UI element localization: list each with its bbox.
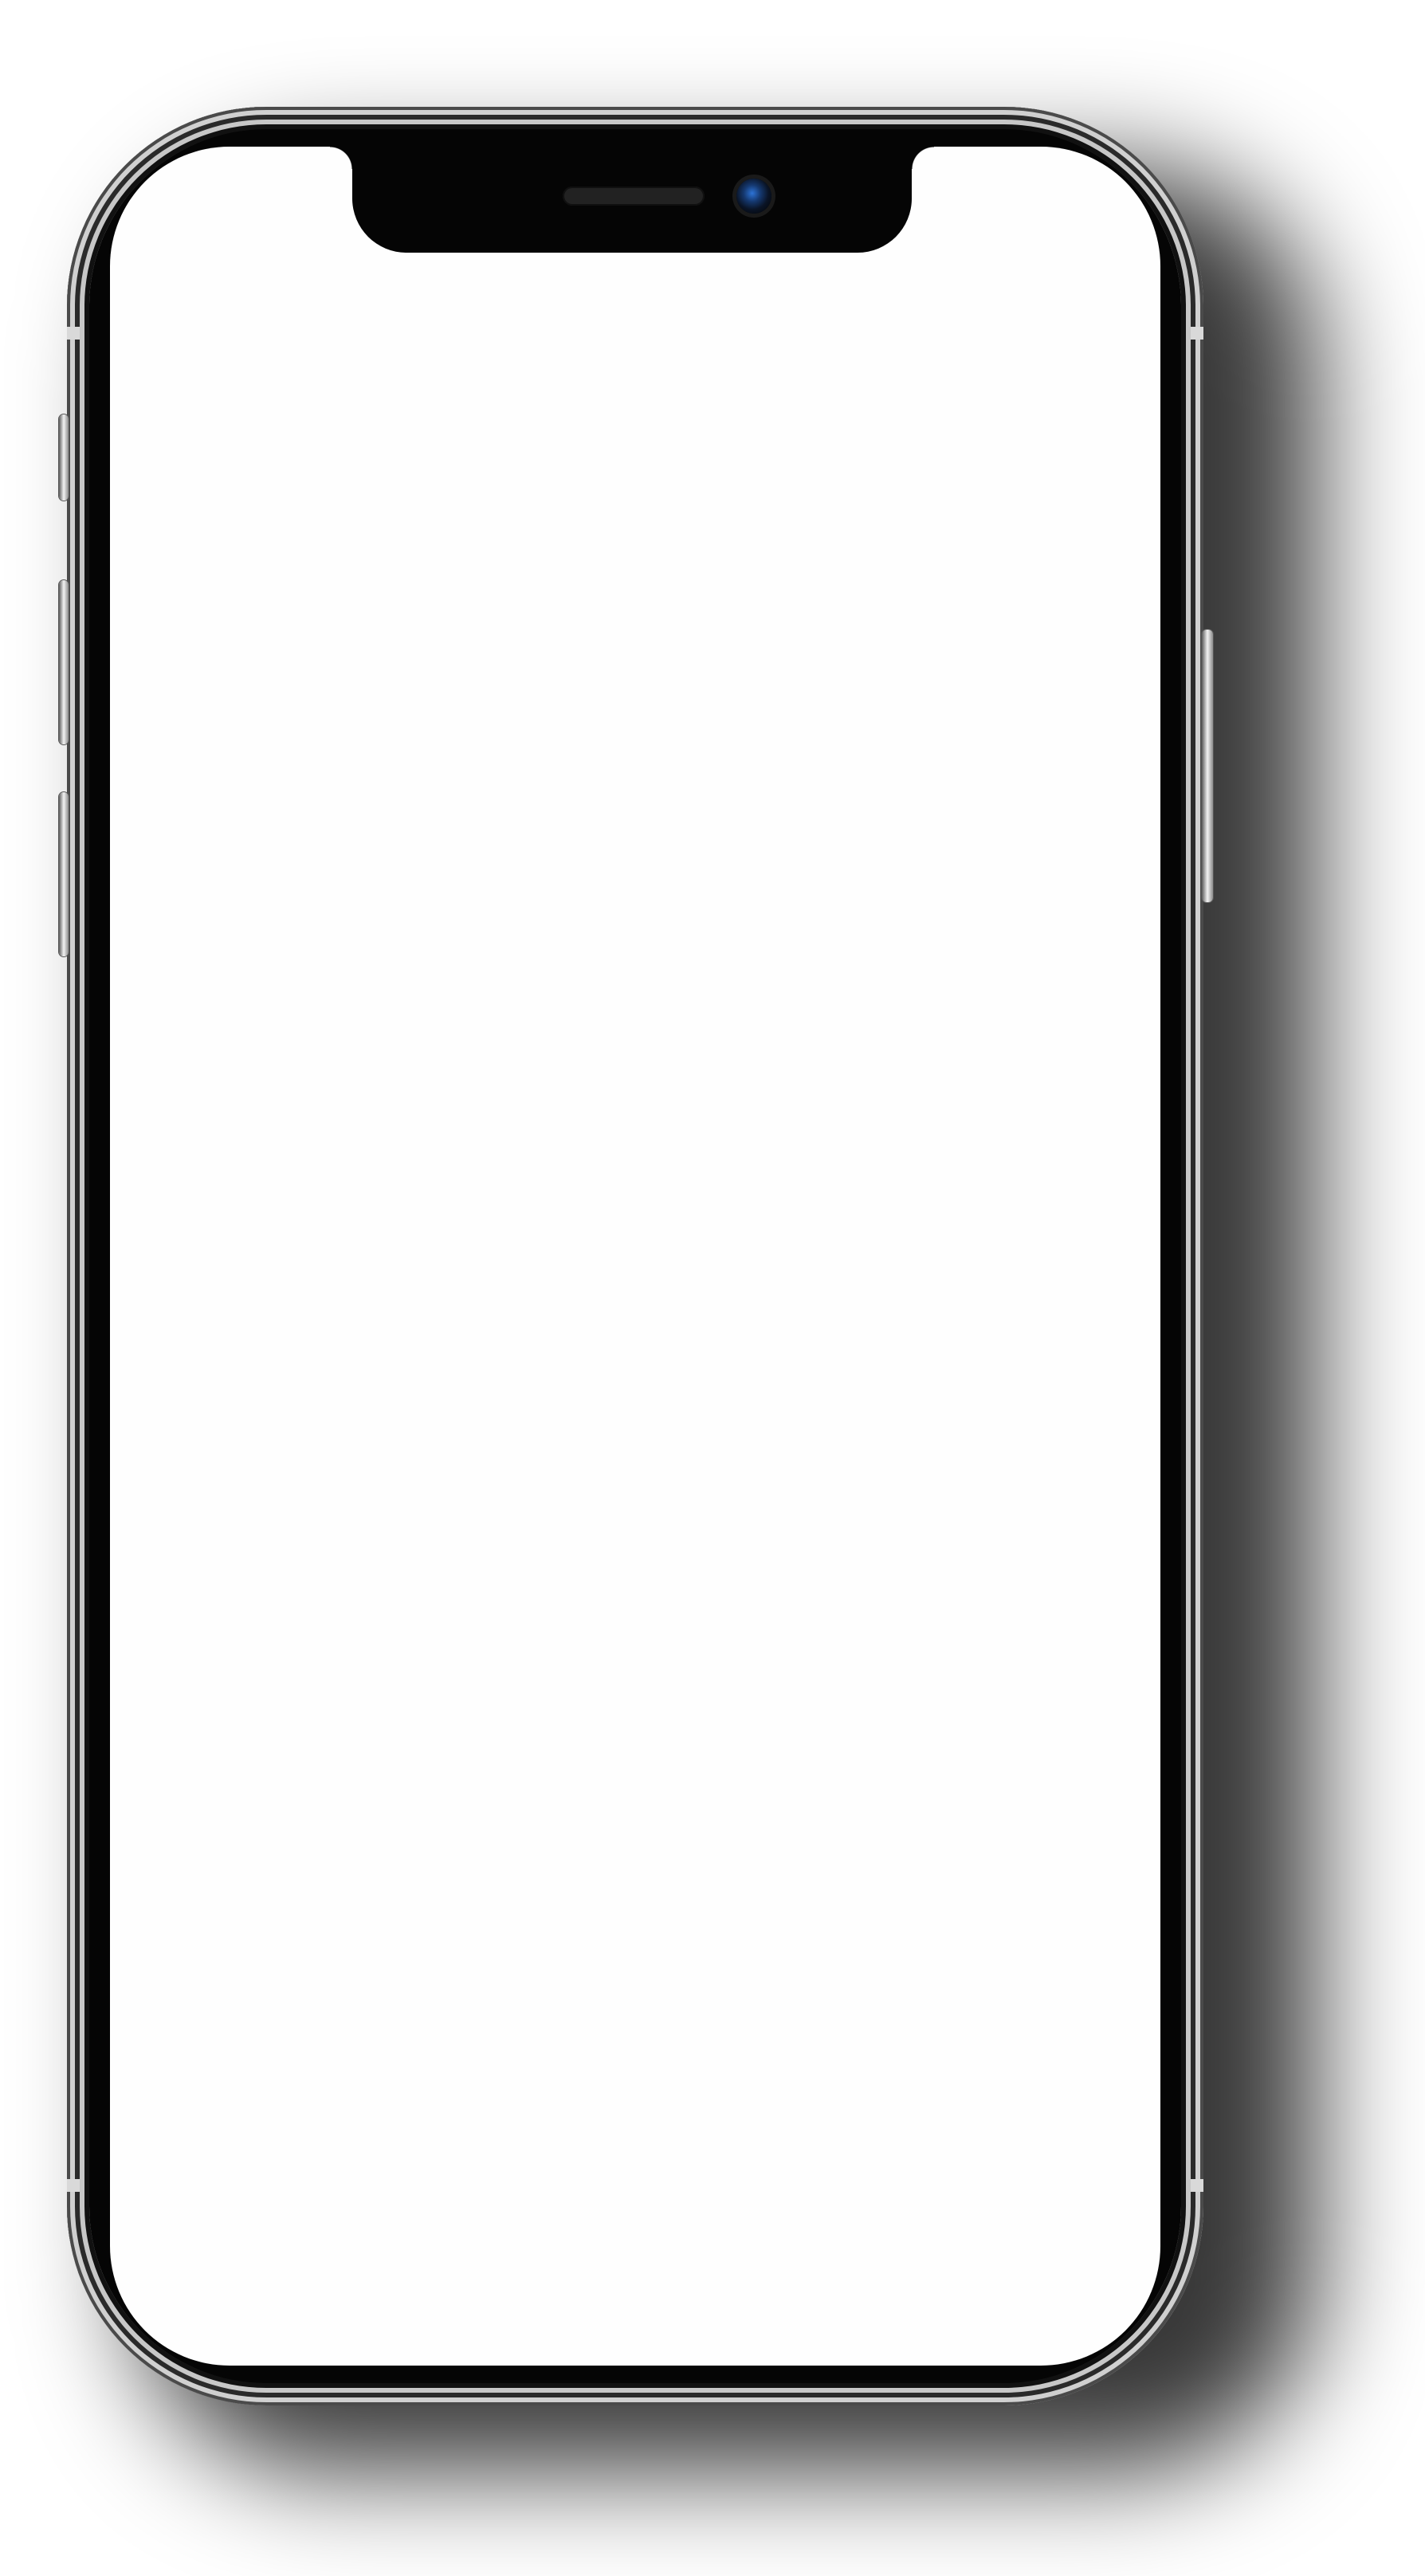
power-button <box>1202 630 1213 902</box>
antenna-band-top-left <box>67 327 80 340</box>
speaker-grille <box>563 187 705 206</box>
volume-up-button <box>59 580 69 744</box>
phone-mockup <box>0 0 1425 2576</box>
mute-switch <box>59 414 69 501</box>
blank-screen <box>110 147 1160 2366</box>
antenna-band-top-right <box>1191 327 1203 340</box>
antenna-band-bottom-left <box>67 2179 80 2192</box>
front-camera <box>736 179 771 214</box>
antenna-band-bottom-right <box>1191 2179 1203 2192</box>
volume-down-button <box>59 792 69 956</box>
